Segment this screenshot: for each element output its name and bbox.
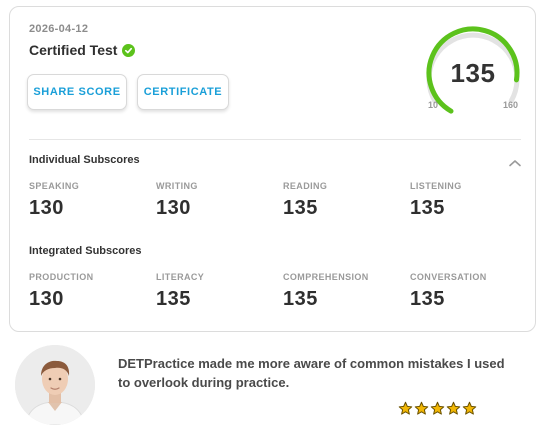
subscore-value: 130 (29, 288, 64, 310)
subscore-value: 135 (410, 288, 445, 310)
test-title-row: Certified Test (29, 42, 136, 58)
subscore-label: SPEAKING (29, 181, 80, 191)
subscore-value: 135 (283, 197, 318, 219)
subscore-label: READING (283, 181, 328, 191)
test-date: 2026-04-12 (29, 23, 89, 35)
subscore-writing: WRITING 130 (156, 181, 276, 220)
divider (29, 139, 521, 140)
share-score-button[interactable]: SHARE SCORE (27, 74, 127, 110)
rating-stars (398, 401, 477, 416)
score-card: 2026-04-12 Certified Test SHARE SCORE CE… (9, 6, 536, 332)
testimonial-quote: DETPractice made me more aware of common… (118, 356, 505, 390)
subscore-label: PRODUCTION (29, 272, 94, 282)
subscore-value: 130 (156, 197, 191, 219)
subscore-comprehension: COMPREHENSION 135 (283, 272, 403, 311)
subscore-label: COMPREHENSION (283, 272, 369, 282)
check-circle-icon (122, 43, 136, 57)
subscore-value: 135 (156, 288, 191, 310)
avatar (15, 345, 95, 425)
subscore-reading: READING 135 (283, 181, 403, 220)
star-icon (462, 401, 477, 415)
subscore-label: WRITING (156, 181, 198, 191)
certificate-button[interactable]: CERTIFICATE (137, 74, 229, 110)
subscore-production: PRODUCTION 130 (29, 272, 149, 311)
subscore-label: LISTENING (410, 181, 462, 191)
gauge-max-label: 160 (503, 100, 519, 110)
subscore-value: 130 (29, 197, 64, 219)
score-gauge: 135 10 160 (423, 23, 523, 118)
star-icon (414, 401, 429, 415)
overall-score: 135 (450, 58, 496, 88)
star-icon (446, 401, 461, 415)
subscore-speaking: SPEAKING 130 (29, 181, 149, 220)
test-title: Certified Test (29, 42, 118, 58)
star-icon (398, 401, 413, 415)
subscore-literacy: LITERACY 135 (156, 272, 276, 311)
chevron-up-icon[interactable] (508, 155, 522, 167)
subscore-value: 135 (410, 197, 445, 219)
integrated-subscores-heading: Integrated Subscores (29, 245, 142, 257)
subscore-label: CONVERSATION (410, 272, 487, 282)
subscore-listening: LISTENING 135 (410, 181, 530, 220)
gauge-min-label: 10 (428, 100, 439, 110)
star-icon (430, 401, 445, 415)
subscore-label: LITERACY (156, 272, 205, 282)
subscore-conversation: CONVERSATION 135 (410, 272, 530, 311)
subscore-value: 135 (283, 288, 318, 310)
individual-subscores-heading: Individual Subscores (29, 154, 140, 166)
